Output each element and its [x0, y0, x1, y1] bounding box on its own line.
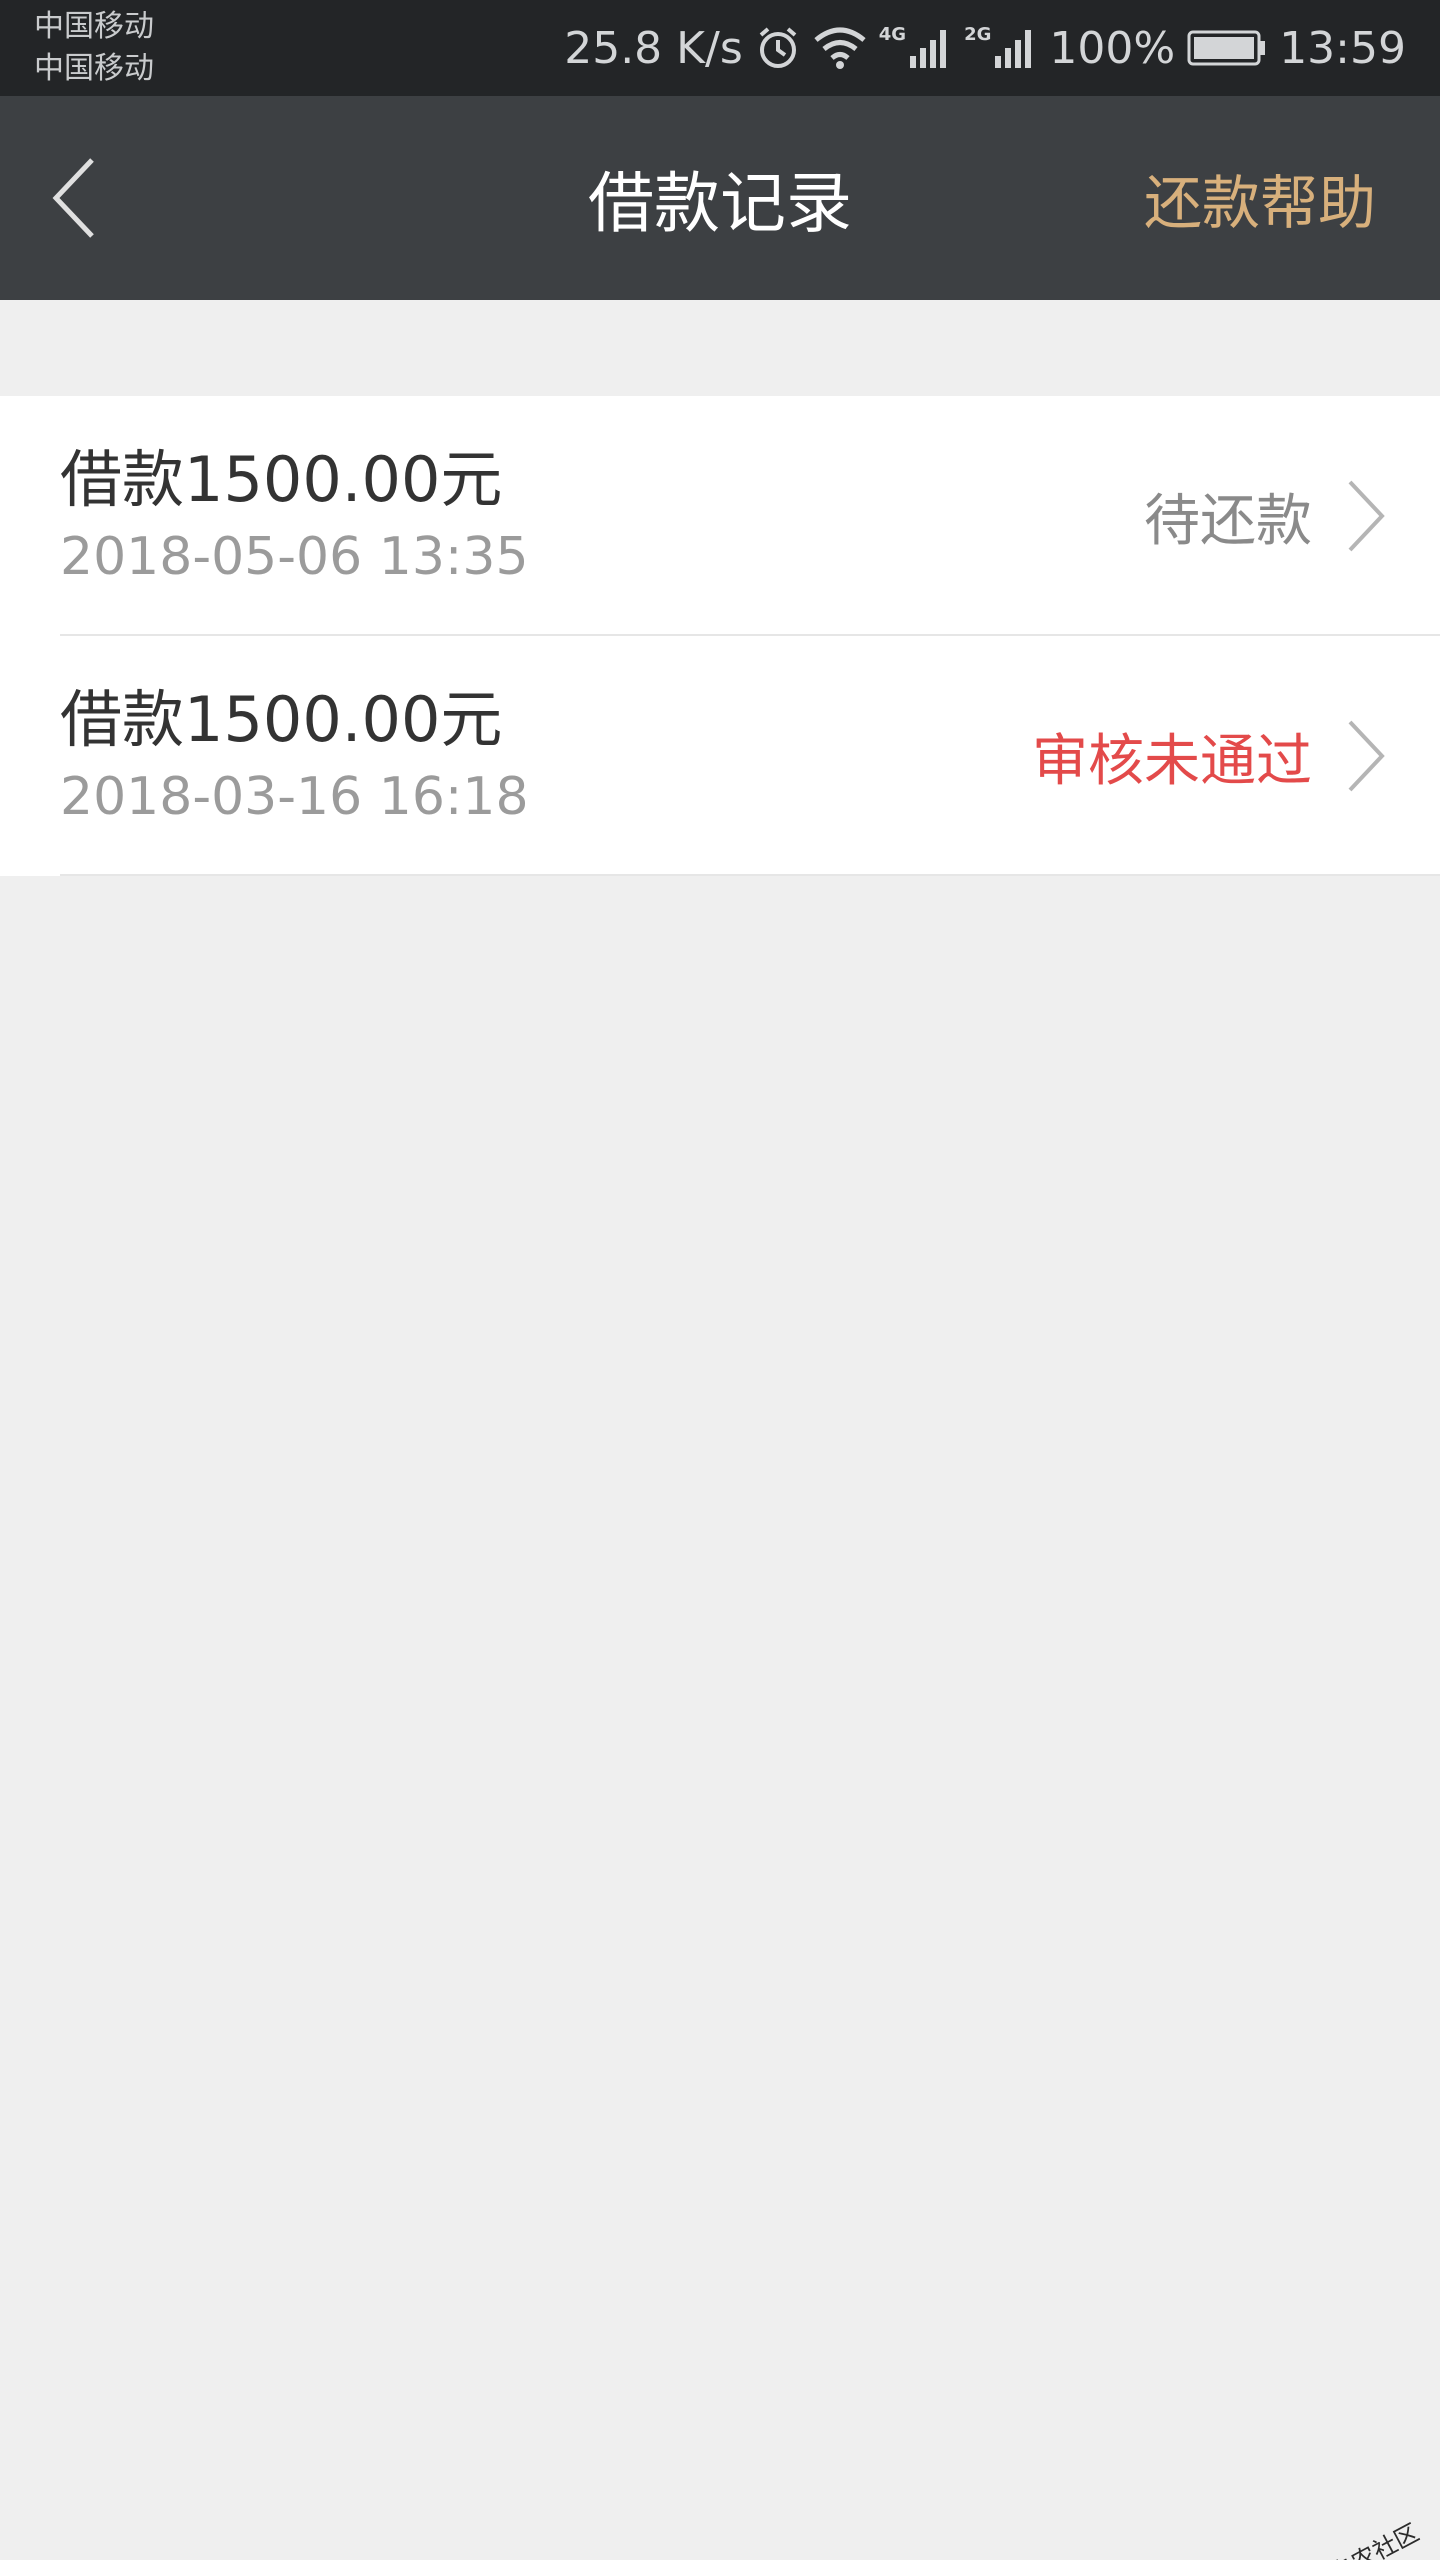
carrier-2: 中国移动 [34, 51, 154, 86]
loan-date: 2018-03-16 16:18 [60, 767, 529, 827]
divider [60, 874, 1440, 876]
sim1-network-type: 4G [878, 23, 907, 45]
status-bar: 中国移动 中国移动 25.8 K/s 4G 2G 100% 13:59 [0, 0, 1440, 96]
sim2-network-type: 2G [964, 23, 992, 45]
loan-status: 审核未通过 [1032, 728, 1312, 794]
list-item[interactable]: 借款1500.00元 2018-05-06 13:35 待还款 [0, 396, 1440, 636]
loan-amount-title: 借款1500.00元 [60, 443, 503, 516]
carrier-names: 中国移动 中国移动 [34, 6, 154, 90]
signal-icon-sim1 [908, 26, 952, 70]
loan-status: 待还款 [1144, 488, 1312, 554]
battery-percent: 100% [1049, 22, 1176, 74]
watermark: 卡农社区 [1300, 2513, 1424, 2560]
watermark-text: 卡农社区 [1325, 2518, 1424, 2560]
chevron-right-icon [1346, 636, 1386, 876]
chevron-right-icon [1346, 396, 1386, 636]
chevron-left-icon [52, 158, 94, 238]
net-speed: 25.8 K/s [564, 22, 743, 74]
battery-icon [1187, 28, 1267, 68]
navigation-bar: 借款记录 还款帮助 [0, 96, 1440, 300]
status-indicators: 25.8 K/s 4G 2G 100% 13:59 [564, 0, 1406, 96]
loan-date: 2018-05-06 13:35 [60, 527, 529, 587]
wifi-icon [813, 26, 867, 70]
loan-amount-title: 借款1500.00元 [60, 683, 503, 756]
alarm-icon [755, 25, 801, 71]
repayment-help-button[interactable]: 还款帮助 [1144, 96, 1376, 300]
loan-record-list: 借款1500.00元 2018-05-06 13:35 待还款 借款1500.0… [0, 396, 1440, 876]
carrier-1: 中国移动 [34, 9, 154, 44]
clock-time: 13:59 [1279, 22, 1406, 74]
list-item[interactable]: 借款1500.00元 2018-03-16 16:18 审核未通过 [0, 636, 1440, 876]
signal-icon-sim2 [993, 26, 1037, 70]
back-button[interactable] [50, 148, 120, 248]
